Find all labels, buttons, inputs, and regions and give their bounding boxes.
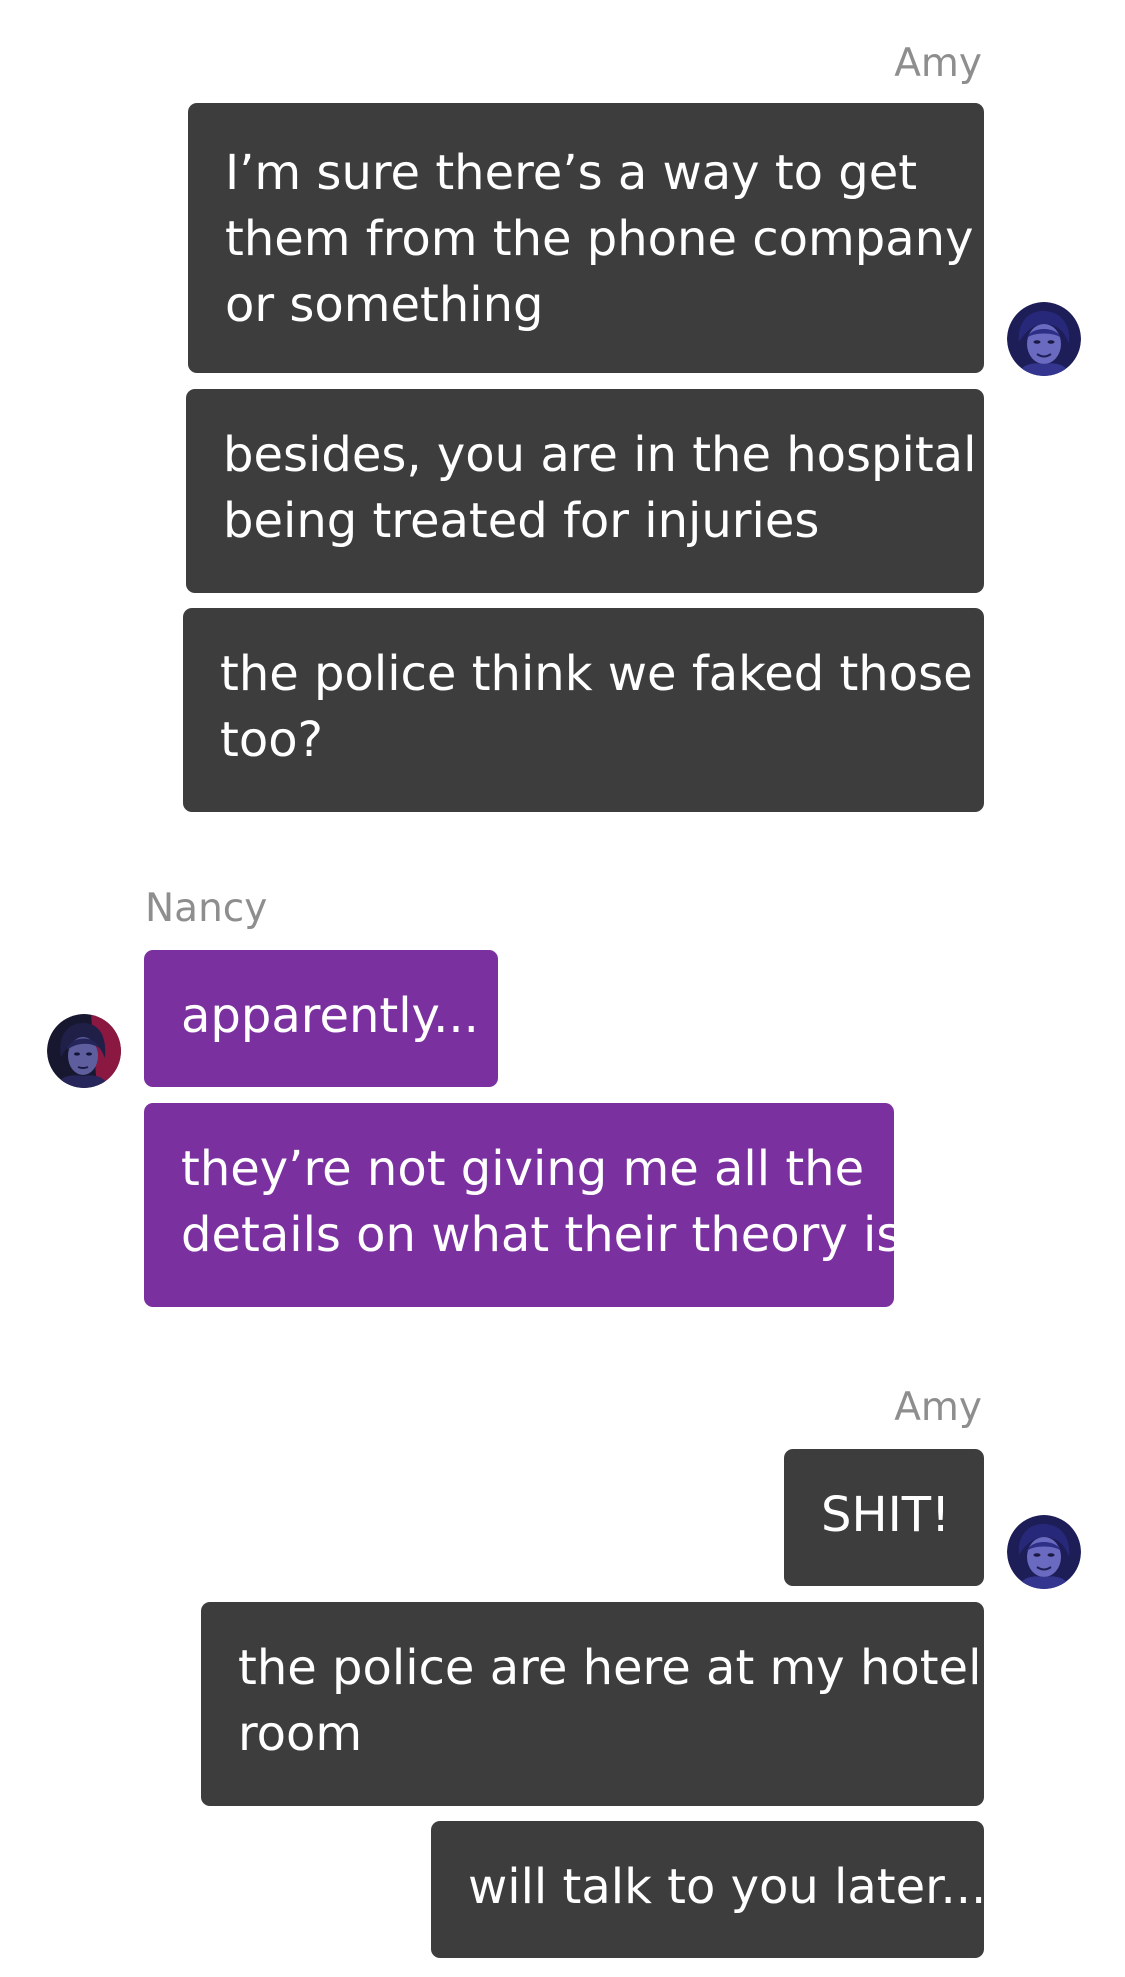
- sender-name-amy: Amy: [894, 1385, 982, 1430]
- amy-avatar-icon[interactable]: [1007, 302, 1081, 376]
- message-line: SHIT!: [821, 1487, 951, 1543]
- nancy-avatar-icon: [47, 1014, 121, 1088]
- message-line: the police are here at my hotel: [238, 1640, 982, 1696]
- sender-name-nancy: Nancy: [145, 886, 268, 931]
- message-line: will talk to you later...: [468, 1859, 987, 1915]
- message-line: apparently...: [181, 988, 479, 1044]
- message-bubble-amy[interactable]: the police are here at my hotel room: [201, 1602, 984, 1806]
- message-bubble-amy[interactable]: SHIT!: [784, 1449, 984, 1586]
- amy-avatar-icon[interactable]: [1007, 1515, 1081, 1589]
- nancy-avatar-icon[interactable]: [47, 1014, 121, 1088]
- message-bubble-amy[interactable]: besides, you are in the hospital being t…: [186, 389, 984, 593]
- message-bubble-amy[interactable]: the police think we faked those too?: [183, 608, 984, 812]
- amy-avatar-icon: [1007, 1515, 1081, 1589]
- message-bubble-nancy[interactable]: they’re not giving me all the details on…: [144, 1103, 902, 1307]
- message-line: besides, you are in the hospital: [223, 427, 977, 483]
- message-line: they’re not giving me all the: [181, 1141, 865, 1197]
- message-line: I’m sure there’s a way to get: [225, 145, 918, 201]
- message-line: being treated for injuries: [223, 493, 820, 549]
- message-bubble-amy[interactable]: I’m sure there’s a way to get them from …: [188, 103, 984, 373]
- message-bubble-nancy[interactable]: apparently...: [144, 950, 498, 1087]
- message-line: them from the phone company: [225, 211, 974, 267]
- message-line: too?: [220, 712, 324, 768]
- message-line: or something: [225, 277, 544, 333]
- amy-avatar-icon: [1007, 302, 1081, 376]
- sender-name-amy: Amy: [894, 41, 982, 86]
- message-line: room: [238, 1706, 363, 1762]
- message-bubble-amy[interactable]: will talk to you later...: [431, 1821, 987, 1958]
- message-line: details on what their theory is: [181, 1207, 902, 1263]
- message-line: the police think we faked those: [220, 646, 973, 702]
